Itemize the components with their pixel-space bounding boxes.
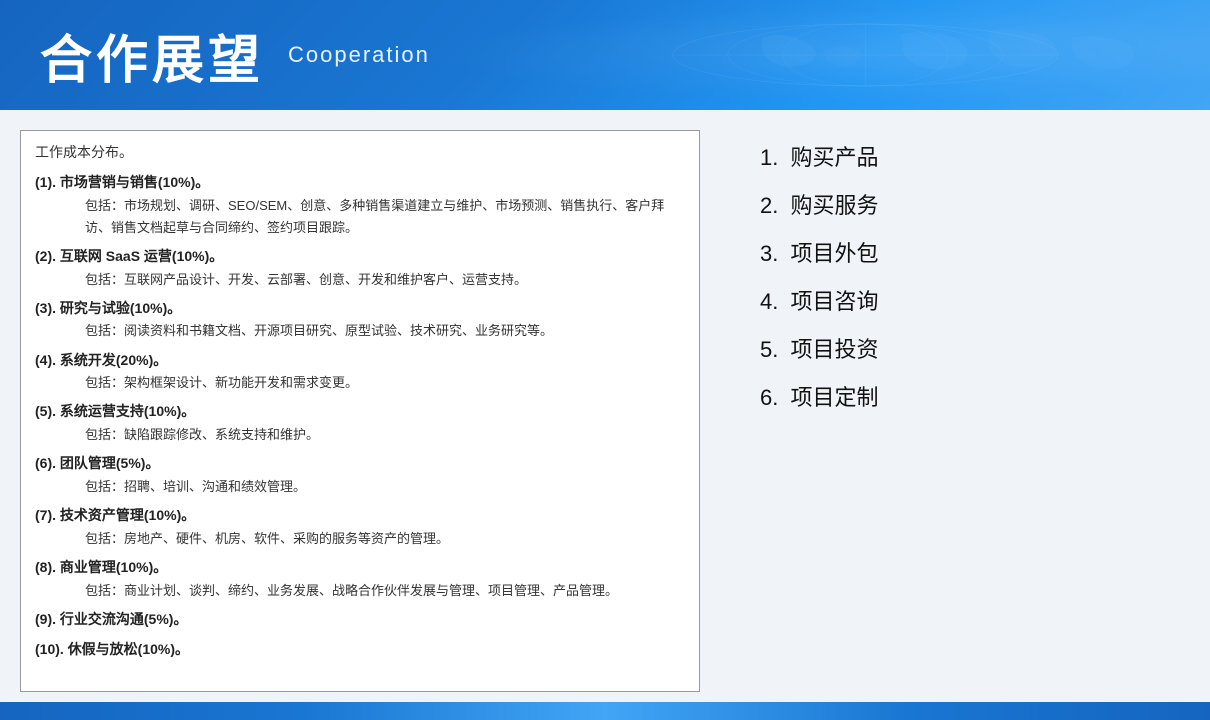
section-1-desc: 包括：市场规划、调研、SEO/SEM、创意、多种销售渠道建立与维护、市场预测、销… — [85, 195, 685, 239]
section-3-desc: 包括：阅读资料和书籍文档、开源项目研究、原型试验、技术研究、业务研究等。 — [85, 320, 685, 342]
list-item-3: 3. 项目外包 — [760, 236, 1180, 268]
section-3-title: (3). 研究与试验(10%)。 — [35, 297, 685, 321]
section-3-id: (3). — [35, 300, 60, 316]
section-6: (6). 团队管理(5%)。 包括：招聘、培训、沟通和绩效管理。 — [35, 452, 685, 498]
section-7: (7). 技术资产管理(10%)。 包括：房地产、硬件、机房、软件、采购的服务等… — [35, 504, 685, 550]
section-6-id: (6). — [35, 455, 60, 471]
section-8: (8). 商业管理(10%)。 包括：商业计划、谈判、缔约、业务发展、战略合作伙… — [35, 556, 685, 602]
content-box: 工作成本分布。 (1). 市场营销与销售(10%)。 包括：市场规划、调研、SE… — [20, 130, 700, 692]
section-4: (4). 系统开发(20%)。 包括：架构框架设计、新功能开发和需求变更。 — [35, 349, 685, 395]
section-7-desc: 包括：房地产、硬件、机房、软件、采购的服务等资产的管理。 — [85, 528, 685, 550]
section-4-id: (4). — [35, 352, 60, 368]
section-8-id: (8). — [35, 559, 60, 575]
bottom-bar — [0, 702, 1210, 720]
section-4-desc: 包括：架构框架设计、新功能开发和需求变更。 — [85, 372, 685, 394]
section-5-id: (5). — [35, 403, 60, 419]
list-item-6: 6. 项目定制 — [760, 380, 1180, 412]
box-header: 工作成本分布。 — [35, 141, 685, 165]
header: 合作展望 Cooperation — [0, 0, 1210, 110]
section-5-title: (5). 系统运营支持(10%)。 — [35, 400, 685, 424]
page-title-cn: 合作展望 — [40, 18, 264, 93]
section-6-title: (6). 团队管理(5%)。 — [35, 452, 685, 476]
list-item-4: 4. 项目咨询 — [760, 284, 1180, 316]
section-4-title: (4). 系统开发(20%)。 — [35, 349, 685, 373]
section-5: (5). 系统运营支持(10%)。 包括：缺陷跟踪修改、系统支持和维护。 — [35, 400, 685, 446]
section-2-id: (2). — [35, 248, 60, 264]
section-2-title: (2). 互联网 SaaS 运营(10%)。 — [35, 245, 685, 269]
world-map-svg — [659, 0, 1210, 110]
section-8-desc: 包括：商业计划、谈判、缔约、业务发展、战略合作伙伴发展与管理、项目管理、产品管理… — [85, 580, 685, 602]
page-title-en: Cooperation — [288, 42, 430, 68]
section-1-title: (1). 市场营销与销售(10%)。 — [35, 171, 685, 195]
section-9-id: (9). — [35, 611, 60, 627]
section-7-id: (7). — [35, 507, 60, 523]
section-9-title: (9). 行业交流沟通(5%)。 — [35, 608, 685, 632]
list-item-5: 5. 项目投资 — [760, 332, 1180, 364]
section-2-desc: 包括：互联网产品设计、开发、云部署、创意、开发和维护客户、运营支持。 — [85, 269, 685, 291]
section-6-desc: 包括：招聘、培训、沟通和绩效管理。 — [85, 476, 685, 498]
section-1: (1). 市场营销与销售(10%)。 包括：市场规划、调研、SEO/SEM、创意… — [35, 171, 685, 239]
section-9: (9). 行业交流沟通(5%)。 — [35, 608, 685, 632]
list-item-1: 1. 购买产品 — [760, 140, 1180, 172]
left-panel: 工作成本分布。 (1). 市场营销与销售(10%)。 包括：市场规划、调研、SE… — [0, 110, 720, 702]
cooperation-list: 1. 购买产品 2. 购买服务 3. 项目外包 4. 项目咨询 5. 项目投资 … — [760, 140, 1180, 428]
section-3: (3). 研究与试验(10%)。 包括：阅读资料和书籍文档、开源项目研究、原型试… — [35, 297, 685, 343]
section-1-id: (1). — [35, 174, 60, 190]
section-10: (10). 休假与放松(10%)。 — [35, 638, 685, 662]
section-7-title: (7). 技术资产管理(10%)。 — [35, 504, 685, 528]
section-2: (2). 互联网 SaaS 运营(10%)。 包括：互联网产品设计、开发、云部署… — [35, 245, 685, 291]
main-content: 工作成本分布。 (1). 市场营销与销售(10%)。 包括：市场规划、调研、SE… — [0, 110, 1210, 702]
section-8-title: (8). 商业管理(10%)。 — [35, 556, 685, 580]
section-10-id: (10). — [35, 641, 68, 657]
section-5-desc: 包括：缺陷跟踪修改、系统支持和维护。 — [85, 424, 685, 446]
right-panel: 1. 购买产品 2. 购买服务 3. 项目外包 4. 项目咨询 5. 项目投资 … — [720, 110, 1210, 702]
header-bg-decoration — [363, 0, 1210, 110]
list-item-2: 2. 购买服务 — [760, 188, 1180, 220]
section-10-title: (10). 休假与放松(10%)。 — [35, 638, 685, 662]
